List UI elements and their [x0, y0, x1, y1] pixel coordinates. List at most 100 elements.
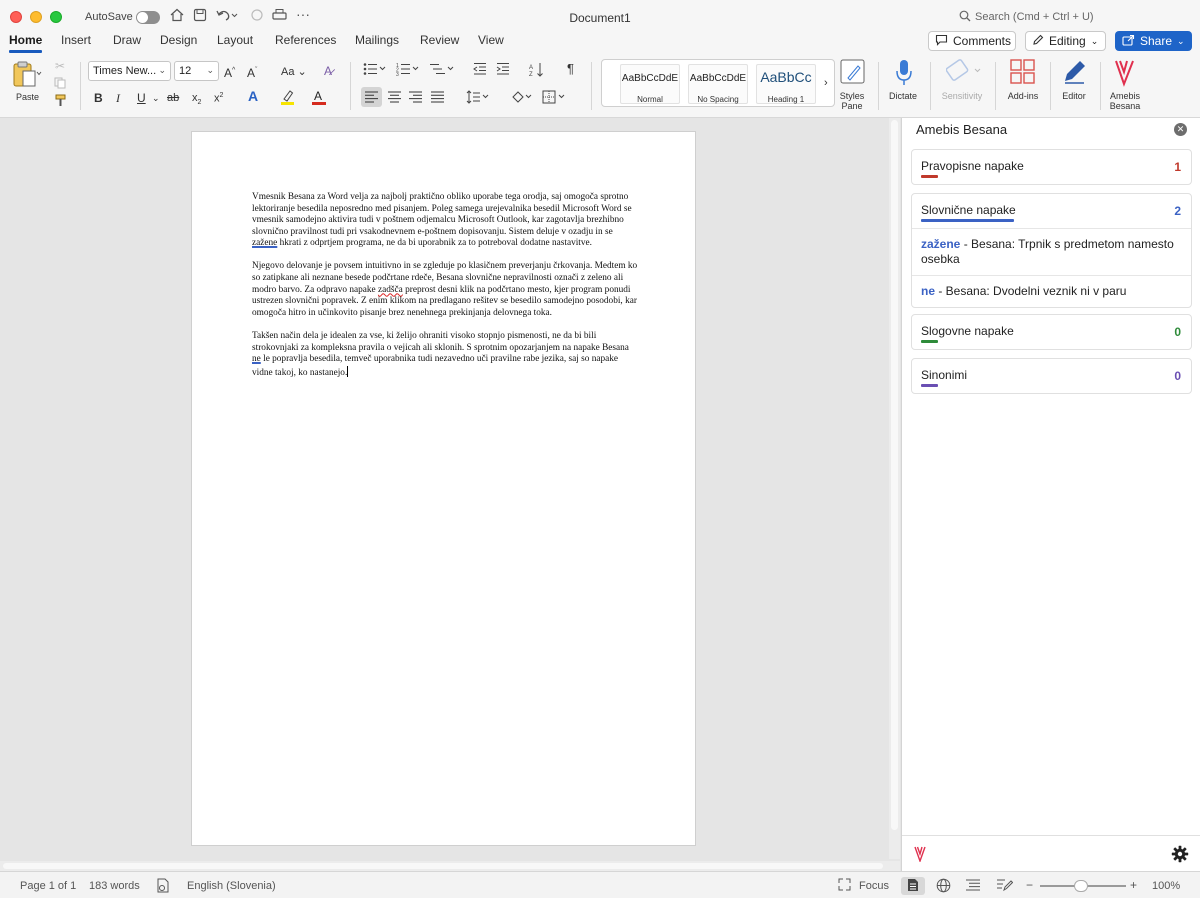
grow-font-icon[interactable]: A^	[224, 64, 235, 80]
sort-icon[interactable]: AZ	[529, 62, 545, 81]
focus-label[interactable]: Focus	[859, 880, 889, 892]
highlight-icon[interactable]	[280, 89, 296, 108]
tab-home[interactable]: Home	[9, 33, 43, 53]
share-button[interactable]: Share ⌄	[1115, 31, 1192, 51]
zoom-level[interactable]: 100%	[1152, 880, 1180, 892]
category-style[interactable]: Slogovne napake 0	[911, 314, 1192, 350]
subscript-icon[interactable]: x2	[192, 91, 201, 110]
search-field[interactable]: Search (Cmd + Ctrl + U)	[975, 11, 1094, 23]
paragraph-1[interactable]: Vmesnik Besana za Word velja za najbolj …	[252, 192, 638, 250]
editor-icon[interactable]	[1062, 59, 1088, 88]
tab-review[interactable]: Review	[420, 33, 459, 47]
style-sample: AaBbCc	[760, 69, 812, 85]
category-count: 2	[1174, 204, 1181, 218]
font-color-icon[interactable]: A	[312, 89, 326, 108]
styles-pane-label: Styles Pane	[839, 91, 865, 111]
style-normal[interactable]: AaBbCcDdE Normal	[620, 64, 680, 104]
chevron-right-icon[interactable]: ›	[824, 76, 828, 90]
document-page[interactable]: Vmesnik Besana za Word velja za najbolj …	[191, 131, 696, 846]
share-icon	[1122, 34, 1135, 49]
show-formatting-marks-icon[interactable]: ¶	[567, 62, 574, 76]
tab-mailings[interactable]: Mailings	[355, 33, 399, 47]
tab-insert[interactable]: Insert	[61, 33, 91, 47]
comments-button[interactable]: Comments	[928, 31, 1016, 51]
align-left-icon[interactable]	[365, 91, 378, 106]
category-grammar[interactable]: Slovnične napake 2 zažene - Besana: Trpn…	[911, 193, 1192, 308]
page-count[interactable]: Page 1 of 1	[20, 880, 76, 892]
spelling-error-zadsca[interactable]: zadšča	[378, 285, 403, 295]
web-layout-icon[interactable]	[936, 878, 951, 896]
gear-icon[interactable]	[1171, 845, 1189, 868]
increase-indent-icon[interactable]	[496, 62, 510, 79]
font-size-select[interactable]: 12 ⌄	[174, 61, 219, 81]
line-spacing-icon[interactable]	[466, 90, 490, 107]
scroll-thumb[interactable]	[3, 863, 883, 869]
zoom-out-button[interactable]: −	[1026, 878, 1033, 892]
tab-design[interactable]: Design	[160, 33, 197, 47]
strikethrough-icon[interactable]: ab	[167, 91, 179, 105]
clipboard-icon[interactable]	[12, 60, 42, 91]
text-effects-icon[interactable]: A	[248, 89, 258, 103]
tab-view[interactable]: View	[478, 33, 504, 47]
paragraph-3[interactable]: Takšen način dela je idealen za vse, ki …	[252, 331, 638, 379]
style-heading-1[interactable]: AaBbCc Heading 1	[756, 64, 816, 104]
format-painter-icon[interactable]	[54, 94, 67, 110]
bold-icon[interactable]: B	[94, 91, 103, 105]
document-body[interactable]: Vmesnik Besana za Word velja za najbolj …	[252, 192, 638, 391]
shading-icon[interactable]	[511, 90, 535, 107]
align-right-icon[interactable]	[409, 91, 422, 106]
add-ins-icon[interactable]	[1010, 59, 1036, 88]
borders-icon[interactable]	[542, 90, 568, 107]
superscript-icon[interactable]: x2	[214, 89, 223, 106]
draft-icon[interactable]	[997, 878, 1014, 895]
amebis-besana-icon[interactable]	[1113, 59, 1137, 90]
vertical-scrollbar[interactable]	[889, 118, 900, 859]
proofing-icon[interactable]	[156, 878, 170, 896]
multilevel-list-icon[interactable]	[429, 62, 455, 79]
styles-pane-icon[interactable]	[840, 59, 866, 88]
suggestion-item[interactable]: ne - Besana: Dvodelni veznik ni v paru	[912, 275, 1191, 307]
editing-mode-button[interactable]: Editing ⌄	[1025, 31, 1106, 51]
copy-icon[interactable]	[54, 77, 66, 92]
print-layout-icon[interactable]	[907, 878, 919, 895]
underline-icon[interactable]: U	[137, 91, 146, 105]
justify-icon[interactable]	[431, 91, 444, 106]
panel-title: Amebis Besana	[916, 122, 1008, 137]
shrink-font-icon[interactable]: Aˇ	[247, 64, 257, 80]
align-center-icon[interactable]	[388, 91, 401, 106]
focus-icon[interactable]	[838, 878, 851, 894]
comment-icon	[935, 34, 948, 49]
document-canvas[interactable]: Vmesnik Besana za Word velja za najbolj …	[0, 118, 900, 859]
language[interactable]: English (Slovenia)	[187, 880, 276, 892]
suggestion-item[interactable]: zažene - Besana: Trpnik s predmetom name…	[912, 228, 1191, 275]
paragraph-2[interactable]: Njegovo delovanje je povsem intuitivno i…	[252, 261, 638, 319]
tab-draw[interactable]: Draw	[113, 33, 141, 47]
zoom-in-button[interactable]: +	[1130, 878, 1137, 892]
grammar-error-ne[interactable]: ne	[252, 354, 261, 364]
style-no-spacing[interactable]: AaBbCcDdE No Spacing	[688, 64, 748, 104]
grammar-error-zazene[interactable]: zažene	[252, 238, 277, 248]
word-count[interactable]: 183 words	[89, 880, 140, 892]
category-synonyms[interactable]: Sinonimi 0	[911, 358, 1192, 394]
change-case-icon[interactable]: Aa ⌄	[281, 65, 307, 79]
text-run: Takšen način dela je idealen za vse, ki …	[252, 330, 629, 353]
bullets-icon[interactable]	[363, 62, 387, 79]
zoom-slider-handle[interactable]	[1074, 880, 1088, 892]
horizontal-scrollbar[interactable]	[0, 861, 900, 871]
text-run: hkrati z odprtjem programa, ne da bi upo…	[277, 238, 592, 249]
microphone-icon[interactable]	[895, 59, 913, 90]
font-name-select[interactable]: Times New... ⌄	[88, 61, 171, 81]
category-spelling[interactable]: Pravopisne napake 1	[911, 149, 1192, 185]
outline-icon[interactable]	[966, 879, 980, 894]
italic-icon[interactable]: I	[116, 91, 120, 105]
cut-icon[interactable]: ✂	[55, 59, 65, 73]
close-icon[interactable]: ✕	[1174, 123, 1187, 136]
clear-formatting-icon[interactable]: A̷	[324, 64, 332, 78]
decrease-indent-icon[interactable]	[473, 62, 487, 79]
chevron-down-icon[interactable]: ⌄	[152, 91, 160, 105]
scroll-thumb[interactable]	[891, 120, 898, 830]
numbering-icon[interactable]: 123	[396, 62, 420, 79]
sensitivity-label: Sensitivity	[941, 91, 983, 101]
tab-layout[interactable]: Layout	[217, 33, 253, 47]
tab-references[interactable]: References	[275, 33, 336, 47]
